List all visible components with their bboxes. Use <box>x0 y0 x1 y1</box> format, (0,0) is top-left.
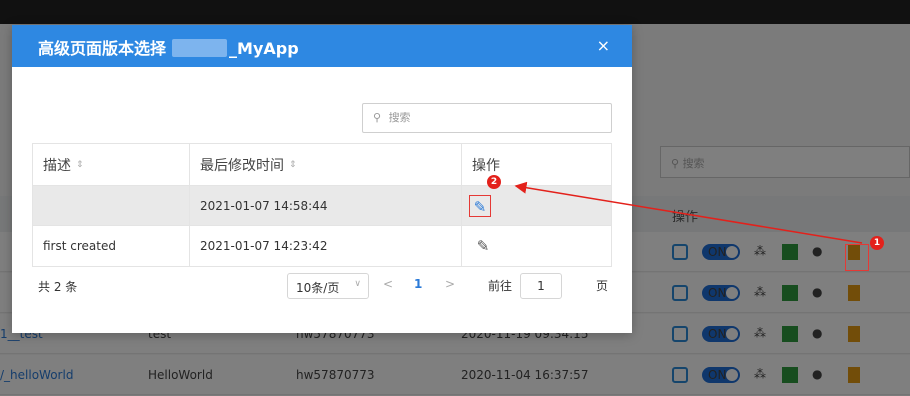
column-op-header: 操作 <box>462 144 613 185</box>
page-size-value: 10条/页 <box>296 281 340 295</box>
highlight-box <box>845 244 869 271</box>
row-time: 2021-01-07 14:58:44 <box>190 186 462 225</box>
dialog-search-input[interactable]: ⚲ <box>362 103 612 133</box>
search-field[interactable] <box>388 112 549 124</box>
row-actions: ✎ <box>462 186 613 225</box>
column-label: 描述 <box>43 157 71 174</box>
goto-label: 前往 <box>488 279 513 293</box>
step-badge-2: 2 <box>487 175 501 189</box>
dialog-title-app: _MyApp <box>229 39 299 58</box>
close-icon[interactable]: × <box>597 36 610 55</box>
version-table: 描述 ⇕ 最后修改时间 ⇕ 操作 2021-01-07 14:58:44 ✎ fir… <box>32 143 612 267</box>
dialog-header: 高级页面版本选择 _MyApp × <box>12 25 632 67</box>
edit-icon[interactable]: ✎ <box>472 235 494 257</box>
row-desc <box>33 186 190 225</box>
goto-page-input[interactable]: 1 <box>520 273 562 299</box>
chevron-down-icon: ∨ <box>354 279 361 289</box>
pagination: 共 2 条 10条/页 ∨ < 1 > 前往 1 页 <box>12 271 632 301</box>
row-desc: first created <box>33 226 190 266</box>
step-badge-1: 1 <box>870 236 884 250</box>
next-page-button[interactable]: > <box>445 277 455 291</box>
sort-icon[interactable]: ⇕ <box>289 160 297 170</box>
edit-icon[interactable]: ✎ <box>469 194 491 217</box>
page-number[interactable]: 1 <box>414 277 422 291</box>
page-word: 页 <box>596 279 609 293</box>
table-row[interactable]: first created 2021-01-07 14:23:42 ✎ <box>33 226 611 266</box>
total-count: 共 2 条 <box>38 280 78 294</box>
column-desc-header[interactable]: 描述 ⇕ <box>33 144 190 185</box>
search-icon: ⚲ <box>373 111 382 124</box>
sort-icon[interactable]: ⇕ <box>76 160 84 170</box>
dialog-title-text: 高级页面版本选择 <box>38 39 167 58</box>
table-row[interactable]: 2021-01-07 14:58:44 ✎ <box>33 186 611 226</box>
dialog-title: 高级页面版本选择 _MyApp <box>38 35 299 59</box>
version-select-dialog: 高级页面版本选择 _MyApp × ⚲ 描述 ⇕ 最后修改时间 ⇕ 操作 2021-0… <box>12 25 632 333</box>
prev-page-button[interactable]: < <box>383 277 393 291</box>
column-label: 操作 <box>472 157 500 174</box>
column-label: 最后修改时间 <box>200 157 284 174</box>
column-time-header[interactable]: 最后修改时间 ⇕ <box>190 144 462 185</box>
redacted-app-name <box>172 39 228 57</box>
row-time: 2021-01-07 14:23:42 <box>190 226 462 266</box>
row-actions: ✎ <box>462 226 613 266</box>
page-size-select[interactable]: 10条/页 ∨ <box>287 273 369 299</box>
table-header: 描述 ⇕ 最后修改时间 ⇕ 操作 <box>33 144 611 186</box>
